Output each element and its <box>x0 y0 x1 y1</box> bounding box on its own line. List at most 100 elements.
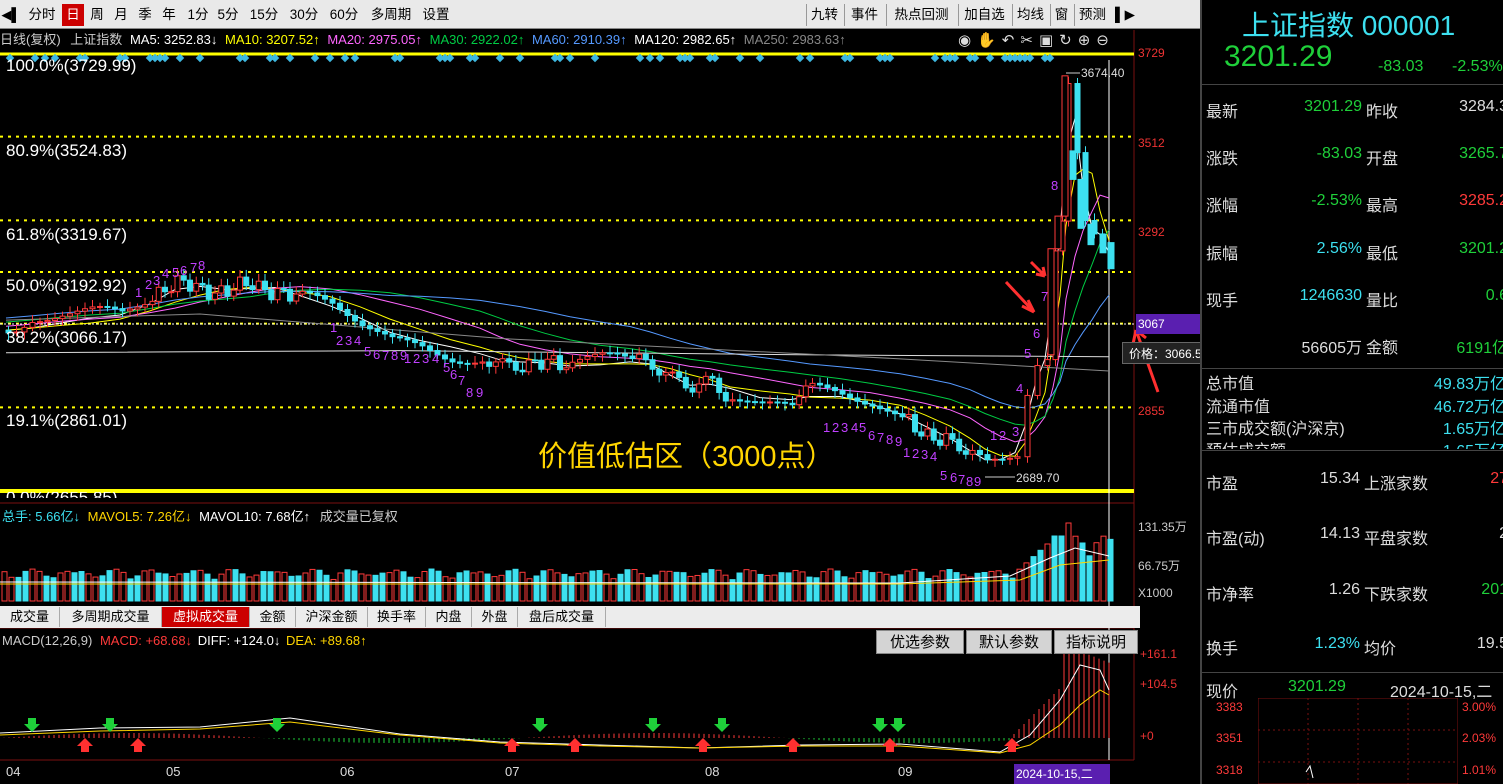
tab-amount[interactable]: 金额 <box>250 607 296 627</box>
fib-000-label: 0.0%(2655.85) <box>6 492 118 498</box>
volume-bar <box>141 570 148 602</box>
vol-mavol10: MAVOL10: 7.68亿↑ <box>199 509 311 524</box>
candle-body <box>442 354 448 360</box>
nine-count-9: 9 <box>974 474 981 489</box>
volume-bar <box>78 570 85 602</box>
candle-body <box>918 431 925 437</box>
green-arrow-icon <box>24 718 40 732</box>
green-arrow-icon <box>645 718 661 732</box>
quote-value2-5: 6191亿 <box>1456 340 1503 357</box>
volume-bar <box>631 568 638 602</box>
volume-bar <box>309 568 316 602</box>
candle-body <box>499 358 506 363</box>
red-arrow-icon <box>1004 280 1036 314</box>
candle-body <box>930 428 937 441</box>
candle-body <box>412 339 418 344</box>
quote-value-1: -83.03 <box>1316 145 1362 162</box>
price-axis-2855: 2855 <box>1138 404 1165 418</box>
quote-value2-3: 3201.2 <box>1459 240 1503 257</box>
stat-label2-2: 下跌家数 <box>1364 587 1429 604</box>
quote-value-0: 3201.29 <box>1304 98 1362 115</box>
diff-value: DIFF: +124.0↓ <box>197 633 281 648</box>
mini-axis-left-1: 3351 <box>1216 731 1243 745</box>
kline-chart[interactable]: 12 3 4 5 6 7 812 3 45 6 7 8 91 2 3 45 6 78 91 2 3 4 56 7 8 91 2 3 45… <box>0 0 1200 784</box>
indicator-help-button[interactable]: 指标说明 <box>1054 630 1138 654</box>
date-jun: 06 <box>340 764 355 779</box>
candle-body <box>759 401 766 404</box>
tab-multi-volume[interactable]: 多周期成交量 <box>60 607 162 627</box>
candle-body <box>636 353 643 360</box>
candle-body <box>37 321 43 324</box>
quote-value-2: -2.53% <box>1311 192 1362 209</box>
quote-value2-0: 3284.3 <box>1459 98 1503 115</box>
volume-bar <box>694 574 701 602</box>
volume-bar <box>764 574 771 602</box>
candle-body <box>168 291 175 294</box>
volume-bar <box>1002 573 1009 602</box>
quote-label-2: 涨幅 <box>1206 198 1239 215</box>
crosshair-price: 3067 <box>1136 314 1202 334</box>
candle-body <box>563 367 570 371</box>
tab-turnover[interactable]: 换手率 <box>368 607 426 627</box>
tab-shsz-amount[interactable]: 沪深金额 <box>296 607 368 627</box>
volume-bar <box>365 574 372 602</box>
volume-bar <box>85 573 92 602</box>
volume-bar <box>757 573 764 602</box>
candle-body <box>649 359 656 370</box>
candle-body <box>1044 359 1051 367</box>
volume-bar <box>827 568 834 602</box>
candle-body <box>427 345 433 352</box>
candle-body <box>112 306 118 310</box>
candle-body <box>847 393 853 399</box>
volume-bar <box>148 569 155 602</box>
nine-count-2: 2 <box>912 446 919 461</box>
volume-bar <box>379 572 386 602</box>
candle-body <box>642 353 649 361</box>
fib-100-label: 100.0%(3729.99) <box>6 56 137 75</box>
nine-count-5: 5 <box>172 265 179 280</box>
tab-volume[interactable]: 成交量 <box>0 607 60 627</box>
mini-axis-right-2: 1.01% <box>1462 763 1497 777</box>
volume-bar <box>15 576 22 602</box>
volume-bar <box>176 573 183 602</box>
volume-bar <box>421 570 428 602</box>
candle-body <box>538 359 545 370</box>
diff-line <box>0 664 1110 753</box>
optimal-params-button[interactable]: 优选参数 <box>876 630 964 654</box>
mini-intraday-chart <box>1258 698 1458 784</box>
volume-bar <box>393 569 400 602</box>
volume-bar <box>988 570 995 602</box>
nine-count-7: 7 <box>458 373 465 388</box>
nine-count-7: 7 <box>382 348 389 363</box>
volume-bar <box>491 576 498 602</box>
volume-bar <box>36 570 43 602</box>
volume-bar <box>155 572 162 602</box>
volume-bar <box>197 569 204 602</box>
vol-mavol5: MAVOL5: 7.26亿↓ <box>87 509 192 524</box>
volume-bar <box>589 570 596 602</box>
nine-count-4: 4 <box>930 449 937 464</box>
candle-body <box>187 279 193 292</box>
volume-bar <box>414 577 421 602</box>
volume-bar <box>533 575 540 602</box>
tab-outer[interactable]: 外盘 <box>472 607 518 627</box>
tab-virtual-volume[interactable]: 虚拟成交量 <box>162 607 250 627</box>
tab-after-hours[interactable]: 盘后成交量 <box>518 607 606 627</box>
candle-body <box>569 361 576 369</box>
candle-body <box>519 369 526 373</box>
candle-body <box>82 308 88 312</box>
volume-bar <box>554 572 561 602</box>
candle-body <box>969 449 976 455</box>
candle-body <box>397 336 403 339</box>
default-params-button[interactable]: 默认参数 <box>966 630 1052 654</box>
candle-body <box>255 280 262 291</box>
nine-count-8: 8 <box>466 385 473 400</box>
volume-bar <box>1079 542 1086 602</box>
ma30-line <box>5 229 1110 426</box>
candle-body <box>744 400 751 403</box>
tab-inner[interactable]: 内盘 <box>426 607 472 627</box>
rally-candle <box>1054 215 1062 250</box>
candle-body <box>162 286 168 293</box>
volume-bar <box>540 570 547 602</box>
volume-bar <box>1009 577 1016 602</box>
